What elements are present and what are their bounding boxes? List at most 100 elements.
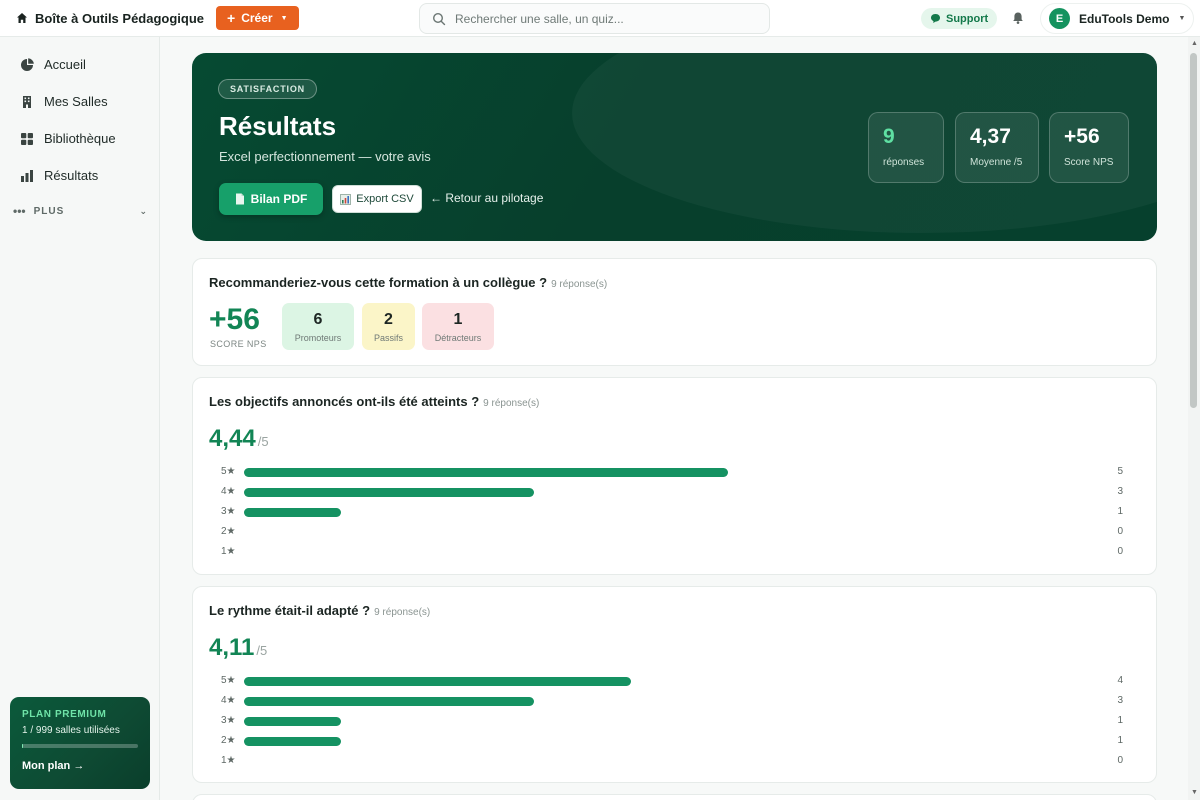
more-label: PLUS — [33, 205, 65, 217]
response-count: 9 réponse(s) — [374, 607, 431, 618]
stat-label: réponses — [883, 157, 925, 168]
rating-row-bar — [244, 508, 341, 517]
scrollbar-thumb[interactable] — [1190, 53, 1197, 408]
sidebar-item-label: Accueil — [44, 57, 86, 72]
category-badge: SATISFACTION — [218, 79, 317, 99]
rating-row-count: 1 — [1117, 735, 1123, 746]
promoters-value: 6 — [313, 311, 323, 328]
nps-question-card: Recommanderiez-vous cette formation à un… — [192, 258, 1157, 366]
question-text: Recommanderiez-vous cette formation à un… — [209, 275, 548, 290]
rating-row-bar — [244, 677, 631, 686]
export-csv-button[interactable]: Export CSV — [332, 185, 422, 213]
detractors-box: 1 Détracteurs — [422, 303, 494, 350]
rating-question-card — [192, 794, 1157, 800]
chevron-down-icon: ⌄ — [139, 205, 148, 216]
detractors-label: Détracteurs — [434, 333, 482, 343]
brand-name: Boîte à Outils Pédagogique — [35, 10, 205, 26]
average-scale: /5 — [257, 434, 269, 449]
scroll-down-icon[interactable]: ▼ — [1191, 789, 1198, 796]
pdf-label: Bilan PDF — [250, 192, 308, 206]
plan-title: PLAN PREMIUM — [22, 709, 107, 720]
plan-usage-fill — [22, 744, 23, 748]
search-input[interactable] — [455, 11, 745, 26]
stat-value: +56 — [1064, 125, 1100, 148]
document-icon — [235, 193, 244, 205]
user-name: EduTools Demo — [1079, 11, 1170, 26]
plan-link[interactable]: Mon plan → — [22, 760, 138, 772]
scroll-up-icon[interactable]: ▲ — [1191, 40, 1198, 47]
rating-row-count: 4 — [1117, 675, 1123, 686]
average-score: 4,11/5 — [209, 634, 267, 662]
passives-value: 2 — [384, 311, 393, 328]
search-icon — [432, 12, 446, 25]
sidebar-item-label: Résultats — [44, 168, 99, 183]
stat-value: 9 — [883, 125, 895, 148]
chat-icon — [931, 14, 940, 23]
average-value: 4,11 — [209, 634, 255, 661]
rating-row-bar — [244, 468, 728, 477]
question-title: Le rythme était-il adapté ? 9 réponse(s) — [209, 603, 430, 618]
rating-row-bar — [244, 717, 341, 726]
passives-box: 2 Passifs — [362, 303, 415, 350]
scrollbar[interactable]: ▲ ▼ — [1188, 37, 1200, 800]
rating-question-card: Les objectifs annoncés ont-ils été attei… — [192, 377, 1157, 575]
rating-row-label: 4★ — [221, 695, 236, 706]
detractors-value: 1 — [453, 311, 463, 328]
question-title: Recommanderiez-vous cette formation à un… — [209, 275, 607, 290]
chevron-down-icon: ▼ — [280, 14, 288, 22]
brand[interactable]: Boîte à Outils Pédagogique — [16, 11, 204, 26]
plan-usage-bar — [22, 744, 138, 748]
rating-row-label: 1★ — [221, 546, 236, 557]
rating-row-label: 2★ — [221, 526, 236, 537]
sidebar-item-label: Mes Salles — [44, 94, 108, 109]
sidebar-more-toggle[interactable]: ••• PLUS ⌄ — [13, 204, 148, 218]
stat-label: Moyenne /5 — [970, 157, 1023, 168]
promoters-box: 6 Promoteurs — [282, 303, 354, 350]
rating-question-card: Le rythme était-il adapté ? 9 réponse(s) … — [192, 586, 1157, 783]
create-label: Créer — [241, 11, 273, 25]
nps-score: +56 — [209, 303, 260, 336]
page-title: Résultats — [219, 111, 337, 141]
stat-value: 4,37 — [970, 125, 1011, 148]
grid-icon — [21, 132, 33, 145]
average-scale: /5 — [256, 643, 268, 658]
plan-card: PLAN PREMIUM 1 / 999 salles utilisées Mo… — [10, 697, 150, 789]
chart-pie-icon — [21, 57, 34, 71]
rating-row-label: 3★ — [221, 506, 236, 517]
rating-row-count: 3 — [1117, 486, 1123, 497]
rating-row-bar — [244, 737, 341, 746]
avatar: E — [1049, 8, 1070, 29]
pdf-report-button[interactable]: Bilan PDF — [219, 183, 323, 215]
back-to-pilotage-link[interactable]: ← Retour au pilotage — [430, 191, 543, 205]
support-label: Support — [946, 12, 989, 25]
spreadsheet-icon — [340, 193, 352, 205]
user-menu[interactable]: E EduTools Demo ▼ — [1040, 3, 1195, 34]
top-bar: Boîte à Outils Pédagogique + Créer ▼ Sup… — [0, 0, 1200, 37]
response-count: 9 réponse(s) — [483, 398, 540, 409]
rating-row-label: 3★ — [221, 715, 236, 726]
rating-row-count: 0 — [1117, 526, 1123, 537]
question-text: Les objectifs annoncés ont-ils été attei… — [209, 394, 480, 409]
stat-average: 4,37 Moyenne /5 — [955, 112, 1039, 183]
sidebar-item-bibliotheque[interactable]: Bibliothèque — [20, 131, 116, 146]
search-box[interactable] — [419, 3, 770, 34]
rating-row-label: 4★ — [221, 486, 236, 497]
rating-row-count: 1 — [1117, 506, 1123, 517]
rating-row-count: 3 — [1117, 695, 1123, 706]
nps-score-label: SCORE NPS — [210, 339, 267, 349]
support-button[interactable]: Support — [921, 8, 998, 29]
sidebar-item-accueil[interactable]: Accueil — [20, 57, 86, 72]
bell-icon[interactable] — [1011, 11, 1025, 25]
create-button[interactable]: + Créer ▼ — [216, 6, 299, 30]
average-value: 4,44 — [209, 425, 256, 452]
rating-row-label: 5★ — [221, 466, 236, 477]
page-subtitle: Excel perfectionnement — votre avis — [219, 149, 431, 164]
chevron-down-icon: ▼ — [1178, 15, 1186, 22]
rating-row-count: 0 — [1117, 546, 1123, 557]
sidebar-item-mes-salles[interactable]: Mes Salles — [20, 94, 108, 109]
promoters-label: Promoteurs — [294, 333, 342, 343]
more-dots-icon: ••• — [13, 204, 26, 218]
rating-row-bar — [244, 697, 534, 706]
rating-row-count: 5 — [1117, 466, 1123, 477]
sidebar-item-resultats[interactable]: Résultats — [20, 168, 98, 183]
